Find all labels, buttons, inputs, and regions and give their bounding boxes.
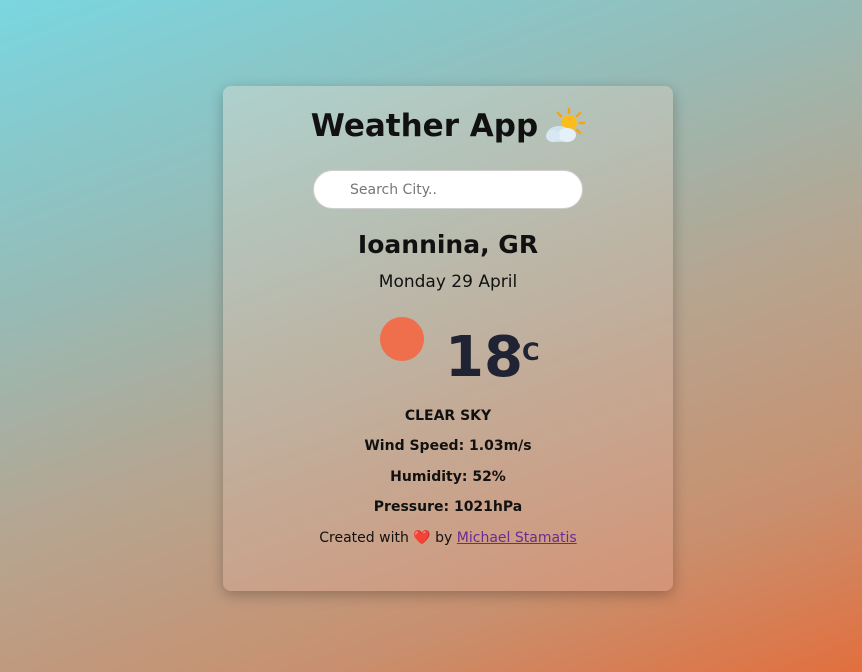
temperature-unit: °C	[510, 338, 540, 366]
author-link[interactable]: Michael Stamatis	[457, 530, 577, 546]
humidity: Humidity: 52%	[390, 469, 506, 485]
weather-condition: CLEAR SKY	[404, 408, 492, 424]
sun-icon	[380, 317, 424, 361]
city-name: Ioannina, GR	[357, 230, 539, 259]
search-input[interactable]	[313, 170, 583, 209]
weather-card: Weather App Ioannina, GR Monday 29 April…	[223, 86, 673, 591]
heart-icon: ❤️	[413, 530, 431, 546]
date-label: Monday 29 April	[378, 272, 518, 292]
footer-prefix: Created with	[319, 530, 409, 546]
footer-by: by	[435, 530, 453, 546]
footer: Created with ❤️ by Michael Stamatis	[223, 530, 673, 546]
sun-behind-cloud-icon	[545, 107, 586, 144]
title-row: Weather App	[223, 107, 673, 144]
app-title: Weather App	[310, 108, 539, 144]
pressure: Pressure: 1021hPa	[373, 499, 523, 515]
wind-speed: Wind Speed: 1.03m/s	[364, 438, 532, 454]
